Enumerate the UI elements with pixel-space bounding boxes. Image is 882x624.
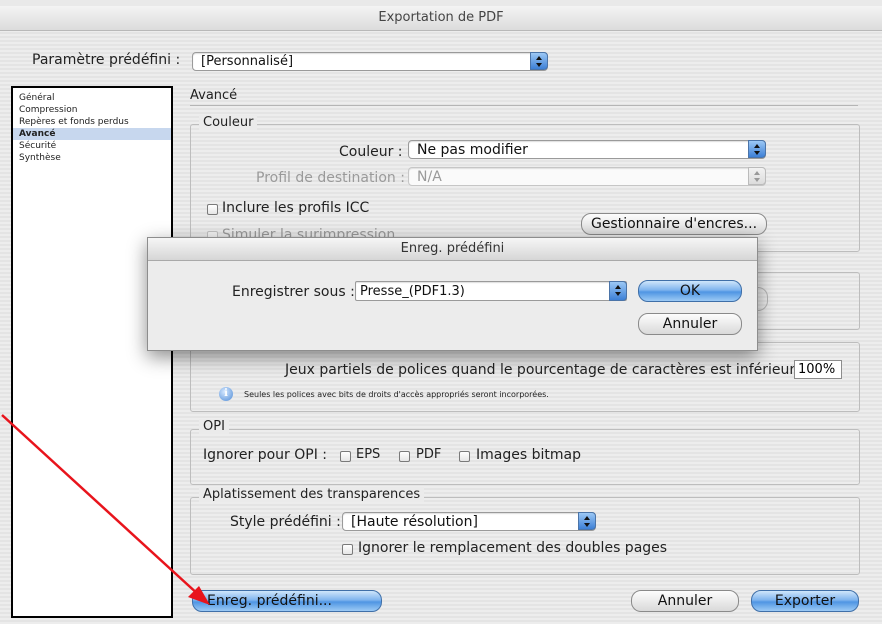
dialog-cancel-button[interactable]: Annuler xyxy=(638,313,742,335)
save-preset-button[interactable]: Enreg. prédéfini... xyxy=(192,590,382,612)
opi-group-label: OPI xyxy=(199,419,229,434)
ignore-spread-checkbox[interactable] xyxy=(342,544,353,555)
save-preset-dialog: Enreg. prédéfini Enregistrer sous : Pres… xyxy=(147,237,758,351)
preset-label: Paramètre prédéfini : xyxy=(32,52,181,68)
color-popup[interactable]: Ne pas modifier xyxy=(408,140,766,159)
ignore-spread-label: Ignorer le remplacement des doubles page… xyxy=(358,540,668,556)
sidebar-item-marks-bleeds[interactable]: Repères et fonds perdus xyxy=(13,116,171,128)
popup-arrows-icon xyxy=(609,281,627,301)
opi-pdf-checkbox[interactable] xyxy=(399,451,410,462)
opi-bitmap-checkbox[interactable] xyxy=(459,451,470,462)
color-label: Couleur : xyxy=(339,144,403,160)
icc-checkbox[interactable] xyxy=(207,204,218,215)
flattener-style-value: [Haute résolution] xyxy=(351,514,478,530)
section-title: Avancé xyxy=(190,88,238,103)
flattener-style-popup[interactable]: [Haute résolution] xyxy=(342,512,596,531)
sidebar-item-summary[interactable]: Synthèse xyxy=(13,152,171,164)
color-group-label: Couleur xyxy=(199,115,258,130)
sidebar-item-security[interactable]: Sécurité xyxy=(13,140,171,152)
transparency-group xyxy=(190,497,860,575)
popup-arrows-icon xyxy=(748,167,766,185)
save-as-label: Enregistrer sous : xyxy=(232,284,355,300)
opi-bitmap-label: Images bitmap xyxy=(476,447,581,463)
font-info-text: Seules les polices avec bits de droits d… xyxy=(244,390,549,399)
flattener-style-label: Style prédéfini : xyxy=(230,514,341,530)
icc-label: Inclure les profils ICC xyxy=(222,200,370,216)
popup-arrows-icon xyxy=(530,52,548,70)
sidebar-item-general[interactable]: Général xyxy=(13,92,171,104)
ink-manager-button[interactable]: Gestionnaire d'encres... xyxy=(581,213,767,235)
ok-button[interactable]: OK xyxy=(638,280,742,302)
opi-pdf-label: PDF xyxy=(416,447,442,462)
cancel-button[interactable]: Annuler xyxy=(631,590,739,612)
profile-label: Profil de destination : xyxy=(256,170,405,186)
opi-eps-label: EPS xyxy=(356,447,381,462)
export-button[interactable]: Exporter xyxy=(751,590,859,612)
opi-eps-checkbox[interactable] xyxy=(340,451,351,462)
preset-popup[interactable]: [Personnalisé] xyxy=(192,52,548,71)
preset-value: [Personnalisé] xyxy=(201,54,294,69)
sidebar-item-compression[interactable]: Compression xyxy=(13,104,171,116)
section-divider xyxy=(190,105,858,106)
dialog-title: Enreg. prédéfini xyxy=(148,238,757,261)
sidebar-item-advanced[interactable]: Avancé xyxy=(13,128,171,140)
sidebar: Général Compression Repères et fonds per… xyxy=(11,86,173,618)
info-icon: i xyxy=(219,387,233,401)
profile-popup[interactable]: N/A xyxy=(408,167,766,186)
popup-arrows-icon xyxy=(578,512,596,530)
font-subset-label: Jeux partiels de polices quand le pource… xyxy=(285,362,818,378)
transparency-group-label: Aplatissement des transparences xyxy=(199,487,425,502)
save-as-value: Presse_(PDF1.3) xyxy=(360,284,465,299)
popup-arrows-icon xyxy=(748,140,766,158)
font-subset-input[interactable]: 100% xyxy=(794,360,842,379)
color-value: Ne pas modifier xyxy=(417,142,528,158)
window-title: Exportation de PDF xyxy=(0,6,882,31)
profile-value: N/A xyxy=(417,169,442,185)
save-as-combo[interactable]: Presse_(PDF1.3) xyxy=(355,281,627,301)
opi-ignore-label: Ignorer pour OPI : xyxy=(203,447,328,463)
